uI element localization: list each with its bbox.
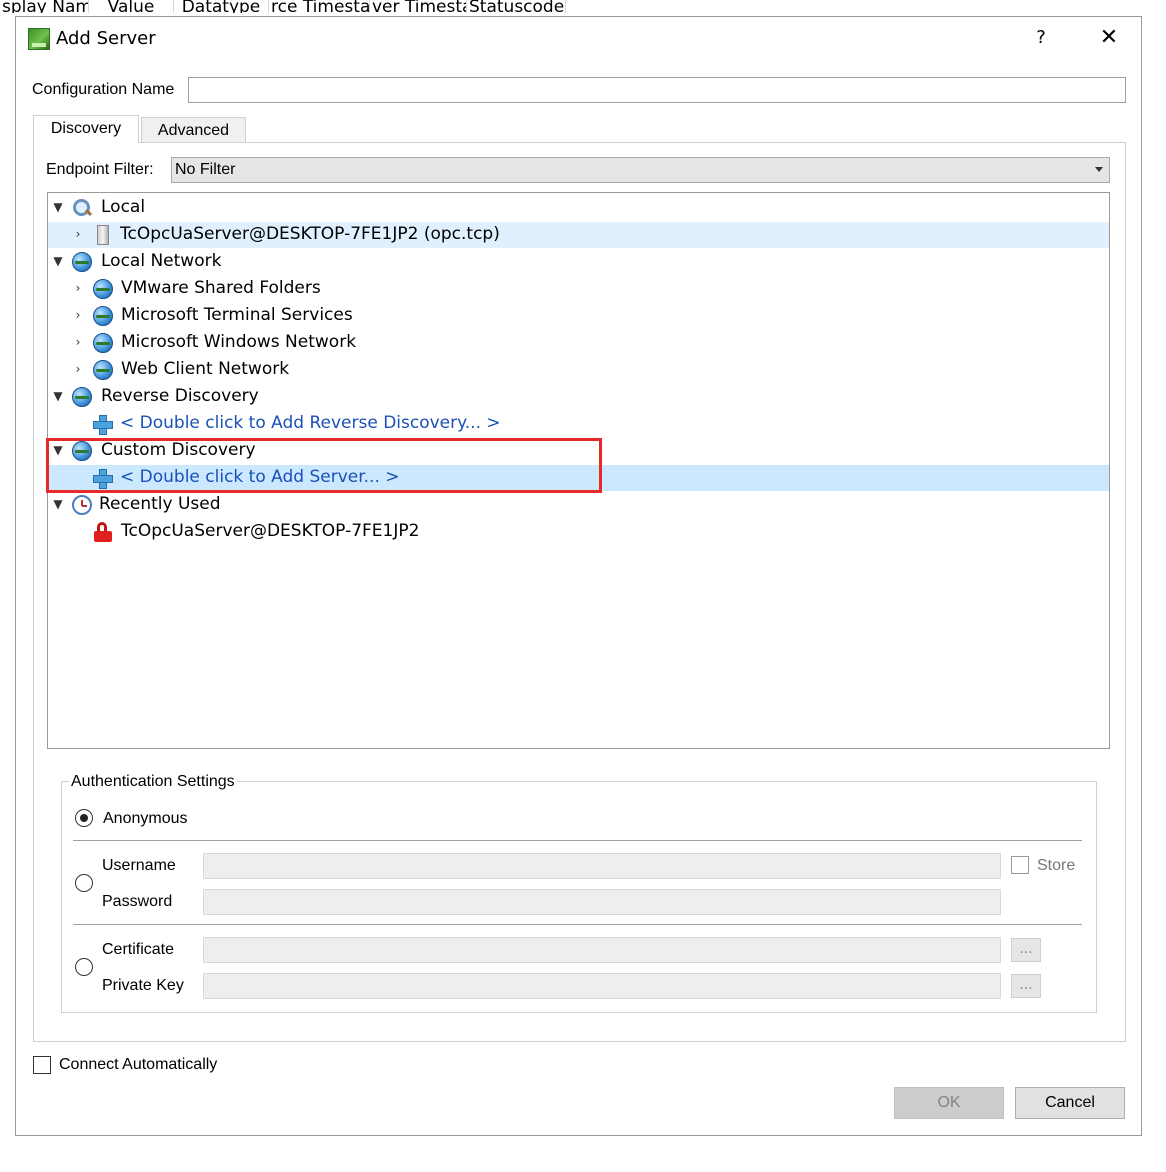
private-key-browse-button[interactable]: ... [1011, 974, 1041, 998]
tree-node-terminal-services[interactable]: › Microsoft Terminal Services [48, 303, 1109, 329]
chevron-down-icon[interactable]: ▼ [51, 254, 65, 268]
clock-icon [72, 495, 92, 515]
tree-node-local-server[interactable]: › TcOpcUaServer@DESKTOP-7FE1JP2 (opc.tcp… [48, 222, 1109, 248]
certificate-radio[interactable] [75, 958, 93, 976]
username-label: Username [102, 857, 176, 874]
tree-node-reverse-discovery[interactable]: ▼ Reverse Discovery [48, 384, 1109, 410]
certificate-field[interactable] [203, 937, 1001, 963]
tree-node-label: VMware Shared Folders [121, 278, 321, 298]
tree-node-add-reverse[interactable]: < Double click to Add Reverse Discovery.… [48, 411, 1109, 437]
username-field[interactable] [203, 853, 1001, 879]
authentication-title: Authentication Settings [69, 773, 237, 791]
chevron-down-icon[interactable]: ▼ [51, 497, 65, 511]
header-source-timestamp: rce Timesta [269, 0, 370, 13]
tree-node-recent-server[interactable]: TcOpcUaServer@DESKTOP-7FE1JP2 [48, 519, 1109, 545]
background-table-header: splay Nam Value Datatype rce Timesta ver… [0, 0, 600, 16]
divider [73, 924, 1082, 925]
header-statuscode: Statuscode [467, 0, 566, 13]
chevron-down-icon[interactable]: ▼ [51, 389, 65, 403]
globe-icon [72, 252, 92, 272]
endpoint-filter-value: No Filter [175, 161, 236, 178]
add-server-dialog: Add Server ? ✕ Configuration Name Discov… [15, 16, 1142, 1136]
ok-button[interactable]: OK [894, 1087, 1004, 1119]
title-bar: Add Server ? ✕ [16, 17, 1141, 61]
globe-icon [93, 279, 113, 299]
certificate-browse-button[interactable]: ... [1011, 938, 1041, 962]
tree-node-web-client[interactable]: › Web Client Network [48, 357, 1109, 383]
annotation-highlight-box [46, 438, 602, 493]
private-key-field[interactable] [203, 973, 1001, 999]
tab-advanced[interactable]: Advanced [141, 117, 246, 143]
header-value: Value [89, 0, 174, 13]
tree-node-label: Recently Used [99, 494, 221, 514]
endpoint-filter-select[interactable]: No Filter [171, 157, 1110, 183]
tree-node-label: TcOpcUaServer@DESKTOP-7FE1JP2 (opc.tcp) [120, 224, 500, 244]
tree-node-windows-network[interactable]: › Microsoft Windows Network [48, 330, 1109, 356]
connect-automatically-label: Connect Automatically [59, 1056, 218, 1073]
header-datatype: Datatype [174, 0, 269, 13]
chevron-down-icon[interactable]: ▼ [51, 200, 65, 214]
globe-icon [72, 387, 92, 407]
certificate-label: Certificate [102, 941, 175, 958]
app-icon [28, 28, 50, 50]
dropdown-arrow-icon [1095, 167, 1103, 172]
anonymous-radio[interactable] [75, 809, 93, 827]
globe-icon [93, 333, 113, 353]
configuration-name-input[interactable] [188, 77, 1126, 103]
lock-icon [93, 522, 113, 542]
private-key-label: Private Key [102, 977, 184, 994]
tree-node-label: < Double click to Add Reverse Discovery.… [120, 413, 501, 433]
anonymous-label: Anonymous [103, 810, 188, 827]
configuration-name-label: Configuration Name [32, 81, 175, 98]
connect-automatically-checkbox[interactable] [33, 1056, 51, 1074]
globe-icon [93, 360, 113, 380]
tree-node-local[interactable]: ▼ Local [48, 195, 1109, 221]
help-button[interactable]: ? [1026, 23, 1056, 53]
password-label: Password [102, 893, 173, 910]
tree-node-local-network[interactable]: ▼ Local Network [48, 249, 1109, 275]
server-icon [92, 225, 112, 245]
header-display-name: splay Nam [0, 0, 89, 13]
tree-node-label: Web Client Network [121, 359, 290, 379]
tree-node-label: Microsoft Terminal Services [121, 305, 353, 325]
tree-node-label: TcOpcUaServer@DESKTOP-7FE1JP2 [121, 521, 420, 541]
magnifier-icon [72, 198, 92, 218]
divider [73, 840, 1082, 841]
store-checkbox[interactable] [1011, 856, 1029, 874]
chevron-right-icon[interactable]: › [71, 281, 85, 295]
dialog-title: Add Server [56, 28, 156, 49]
tree-node-recently-used[interactable]: ▼ Recently Used [48, 492, 1109, 518]
header-server-timestamp: ver Timesta [370, 0, 467, 13]
chevron-right-icon[interactable]: › [71, 227, 85, 241]
chevron-right-icon[interactable]: › [71, 308, 85, 322]
plus-icon [92, 414, 113, 435]
username-password-radio[interactable] [75, 874, 93, 892]
tab-discovery[interactable]: Discovery [33, 115, 139, 143]
globe-icon [93, 306, 113, 326]
close-button[interactable]: ✕ [1094, 23, 1124, 53]
tree-node-label: Reverse Discovery [101, 386, 259, 406]
password-field[interactable] [203, 889, 1001, 915]
tree-node-label: Local Network [101, 251, 222, 271]
tree-node-label: Microsoft Windows Network [121, 332, 357, 352]
tree-node-label: Local [101, 197, 146, 217]
chevron-right-icon[interactable]: › [71, 335, 85, 349]
cancel-button[interactable]: Cancel [1015, 1087, 1125, 1119]
store-label: Store [1037, 857, 1076, 874]
chevron-right-icon[interactable]: › [71, 362, 85, 376]
tree-node-vmware[interactable]: › VMware Shared Folders [48, 276, 1109, 302]
endpoint-filter-label: Endpoint Filter: [46, 161, 154, 178]
